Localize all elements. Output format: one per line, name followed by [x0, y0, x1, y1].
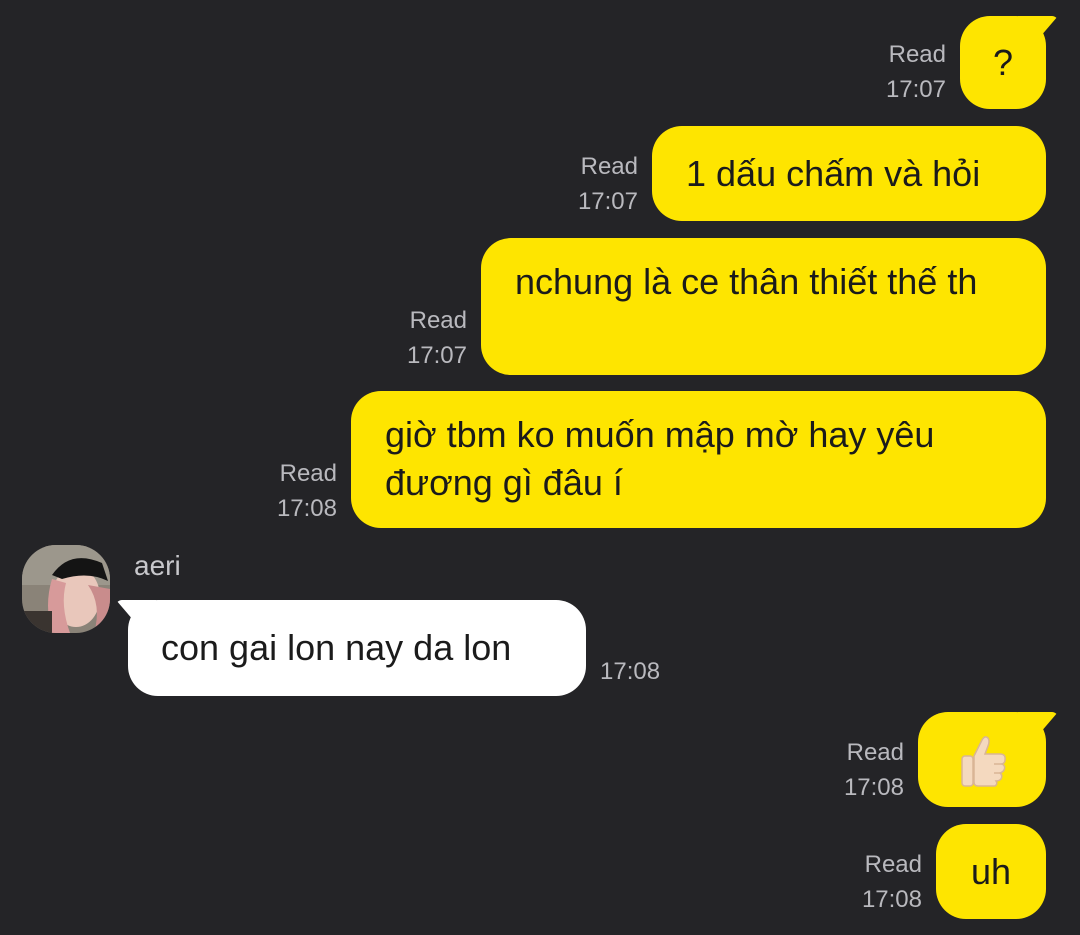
outgoing-message-row: Read 17:07 1 dấu chấm và hỏi	[578, 126, 1046, 221]
outgoing-bubble[interactable]: giờ tbm ko muốn mập mờ hay yêu đương gì …	[351, 391, 1046, 528]
message-time: 17:07	[406, 342, 467, 369]
thumbs-up-icon	[961, 735, 1006, 787]
outgoing-message-row: Read 17:07 ?	[886, 16, 1058, 109]
outgoing-bubble[interactable]	[918, 712, 1058, 807]
message-meta: Read 17:08	[277, 456, 337, 526]
message-time: 17:07	[885, 76, 946, 103]
incoming-bubble[interactable]: con gai lon nay da lon	[116, 600, 586, 696]
message-text: nchung là ce thân thiết thế th	[515, 261, 978, 302]
chat-view: Read 17:07 ? Read 17:07 1 dấu chấm và hỏ…	[0, 0, 1080, 935]
read-status: Read	[888, 41, 946, 68]
outgoing-bubble[interactable]: nchung là ce thân thiết thế th	[481, 238, 1046, 375]
bubble-tail	[1018, 712, 1058, 740]
read-status: Read	[279, 460, 337, 487]
read-status: Read	[864, 851, 922, 878]
message-text: ?	[992, 42, 1014, 83]
message-time: 17:08	[276, 495, 337, 522]
outgoing-message-row: Read 17:08 giờ tbm ko muốn mập mờ hay yê…	[277, 391, 1046, 528]
message-meta: Read 17:08	[862, 847, 922, 917]
sender-avatar[interactable]	[22, 545, 110, 633]
outgoing-bubble[interactable]: 1 dấu chấm và hỏi	[652, 126, 1046, 221]
message-text: uh	[970, 851, 1012, 892]
message-text: giờ tbm ko muốn mập mờ hay yêu đương gì …	[385, 414, 935, 503]
outgoing-message-row: Read 17:08	[844, 712, 1058, 807]
message-time: 17:08	[600, 658, 661, 685]
message-time: 17:08	[843, 774, 904, 801]
message-text: con gai lon nay da lon	[161, 627, 512, 668]
outgoing-message-row: Read 17:07 nchung là ce thân thiết thế t…	[407, 238, 1046, 375]
message-meta: Read 17:08	[844, 735, 904, 805]
outgoing-bubble[interactable]: uh	[936, 824, 1046, 919]
outgoing-message-row: Read 17:08 uh	[862, 824, 1046, 919]
message-meta: Read 17:07	[886, 37, 946, 107]
read-status: Read	[409, 307, 467, 334]
read-status: Read	[846, 739, 904, 766]
sender-name: aeri	[134, 550, 181, 581]
message-text: 1 dấu chấm và hỏi	[686, 153, 981, 194]
message-meta: Read 17:07	[407, 303, 467, 373]
message-meta: Read 17:07	[578, 149, 638, 219]
bubble-tail	[116, 600, 156, 628]
avatar-photo	[22, 545, 110, 633]
message-time: 17:07	[577, 188, 638, 215]
message-time: 17:08	[861, 886, 922, 913]
outgoing-bubble[interactable]: ?	[960, 16, 1058, 109]
read-status: Read	[580, 153, 638, 180]
